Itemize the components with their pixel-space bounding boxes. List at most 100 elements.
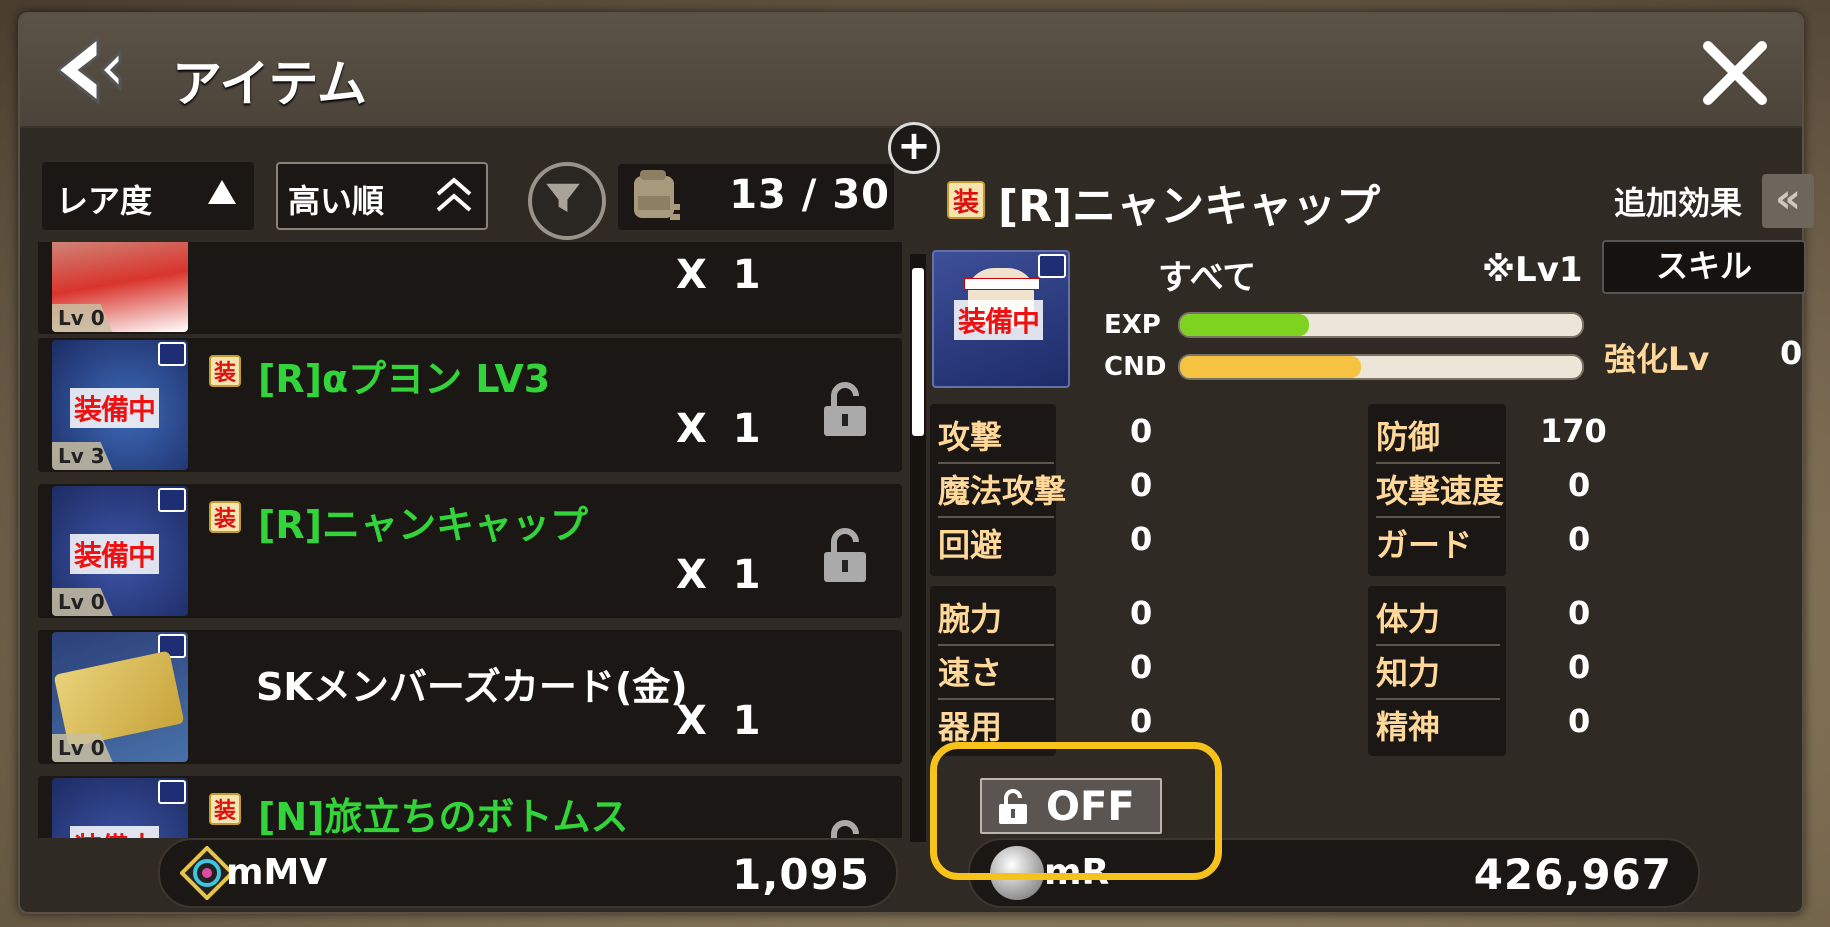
unlock-icon[interactable] [820, 382, 870, 438]
equipped-badge: 装備中 [954, 300, 1044, 340]
bag-icon [634, 170, 680, 220]
item-level: Lv 0 [52, 304, 113, 332]
divider [938, 698, 1054, 700]
divider [1376, 644, 1500, 646]
item-name: [R]αプヨン LV3 [258, 357, 551, 401]
equipment-icon: 装 [209, 501, 241, 533]
list-item[interactable]: 装備中 装 [N]旅立ちのボトムス [38, 776, 902, 838]
item-thumbnail: 装備中 Lv 3 [52, 340, 188, 470]
member-card-image [53, 650, 185, 748]
item-name: SKメンバーズカード(金) [256, 665, 688, 709]
divider [938, 644, 1054, 646]
svg-text:装: 装 [214, 507, 236, 532]
scroll-thumb[interactable] [912, 268, 924, 436]
list-item[interactable]: Lv 0 X 1 [38, 242, 902, 334]
stat-attack-speed-label: 攻撃速度 [1376, 472, 1505, 510]
attr-strength-label: 腕力 [938, 600, 1003, 638]
item-thumbnail: 装備中 [52, 778, 188, 838]
equipped-badge: 装備中 [70, 534, 160, 574]
equipment-icon: 装 [947, 181, 985, 219]
expand-slots-button[interactable]: + [888, 122, 940, 174]
enhance-level-label: 強化Lv [1604, 340, 1710, 378]
sort-label: レア度 [56, 182, 153, 220]
divider [1376, 698, 1500, 700]
list-item[interactable]: Lv 0 SKメンバーズカード(金) X 1 [38, 630, 902, 764]
item-thumbnail: Lv 0 [52, 242, 188, 332]
divider [1376, 516, 1500, 518]
item-quantity: X 1 [676, 552, 767, 598]
stat-magic-attack-value: 0 [1130, 466, 1153, 504]
detail-item-name: [R]ニャンキャップ [998, 181, 1381, 232]
item-thumbnail: Lv 0 [52, 632, 188, 762]
item-name: [N]旅立ちのボトムス [258, 795, 629, 838]
inventory-capacity: 13 / 30 [618, 164, 894, 230]
divider [1376, 462, 1500, 464]
equipment-icon: 装 [209, 793, 241, 825]
item-thumbnail: 装備中 Lv 0 [52, 486, 188, 616]
attr-vitality-value: 0 [1568, 594, 1591, 632]
unlock-icon[interactable] [820, 820, 870, 838]
sort-rarity-dropdown[interactable]: レア度 [42, 162, 254, 230]
stat-magic-attack-label: 魔法攻撃 [938, 472, 1067, 510]
list-item[interactable]: 装備中 Lv 0 装 [R]ニャンキャップ X 1 [38, 484, 902, 618]
item-list: Lv 0 X 1 装備中 Lv 3 装 [R]αプヨン LV3 X 1 装備中 … [38, 242, 902, 838]
svg-text:装: 装 [214, 799, 236, 824]
mv-amount: 1,095 [732, 850, 870, 899]
page-title: アイテム [172, 55, 367, 113]
header-bar: アイテム [20, 14, 1802, 128]
stat-evasion-label: 回避 [938, 526, 1003, 564]
exp-bar-fill [1180, 314, 1309, 336]
attr-speed-value: 0 [1130, 648, 1153, 686]
list-scrollbar[interactable] [910, 254, 926, 842]
unlock-icon[interactable] [820, 528, 870, 584]
svg-text:装: 装 [953, 188, 979, 218]
skill-button[interactable]: スキル [1602, 240, 1806, 294]
attr-vitality-label: 体力 [1376, 600, 1441, 638]
attr-intelligence-label: 知力 [1376, 654, 1441, 692]
capacity-count: 13 / 30 [729, 172, 890, 218]
highlight-annotation [930, 742, 1222, 880]
attr-speed-label: 速さ [938, 654, 1003, 692]
stat-guard-label: ガード [1376, 526, 1473, 564]
exp-label: EXP [1104, 310, 1161, 340]
item-quantity: X 1 [676, 252, 767, 298]
svg-text:装: 装 [214, 361, 236, 386]
cnd-bar [1178, 354, 1584, 380]
swap-icon [158, 780, 186, 804]
extra-effect-button[interactable]: « [1762, 174, 1814, 228]
filter-button[interactable] [528, 162, 606, 240]
cnd-bar-fill [1180, 356, 1361, 378]
equipment-icon: 装 [209, 355, 241, 387]
stat-attack-value: 0 [1130, 412, 1153, 450]
item-level: Lv 0 [52, 588, 113, 616]
equipped-badge: 装備中 [70, 388, 160, 428]
attr-strength-value: 0 [1130, 594, 1153, 632]
mr-amount: 426,967 [1473, 850, 1672, 899]
list-item[interactable]: 装備中 Lv 3 装 [R]αプヨン LV3 X 1 [38, 338, 902, 472]
stat-attack-speed-value: 0 [1568, 466, 1591, 504]
filter-icon [546, 183, 580, 213]
close-icon[interactable] [1698, 36, 1772, 110]
mv-label: mMV [226, 852, 328, 893]
back-arrow-icon[interactable] [50, 34, 130, 106]
item-name: [R]ニャンキャップ [258, 503, 588, 547]
divider [938, 516, 1054, 518]
stat-guard-value: 0 [1568, 520, 1591, 558]
attr-dexterity-value: 0 [1130, 702, 1153, 740]
sort-order-toggle[interactable]: 高い順 [276, 162, 488, 230]
attr-spirit-label: 精神 [1376, 708, 1441, 746]
extra-effect-label: 追加効果 [1614, 184, 1743, 222]
divider [938, 462, 1054, 464]
stat-defense-value: 170 [1540, 412, 1607, 450]
sort-order-label: 高い順 [288, 182, 385, 220]
swap-icon [158, 488, 186, 512]
stat-defense-label: 防御 [1376, 418, 1441, 456]
swap-icon [158, 342, 186, 366]
swap-icon [1038, 254, 1066, 278]
equipped-badge: 装備中 [70, 826, 160, 838]
item-quantity: X 1 [676, 698, 767, 744]
attr-intelligence-value: 0 [1568, 648, 1591, 686]
category-label: すべて [1158, 258, 1257, 298]
item-window: アイテム + レア度 高い順 13 / 30 Lv 0 X 1 装備中 Lv 3… [18, 12, 1814, 914]
mv-currency-bar: mMV 1,095 [158, 838, 898, 908]
